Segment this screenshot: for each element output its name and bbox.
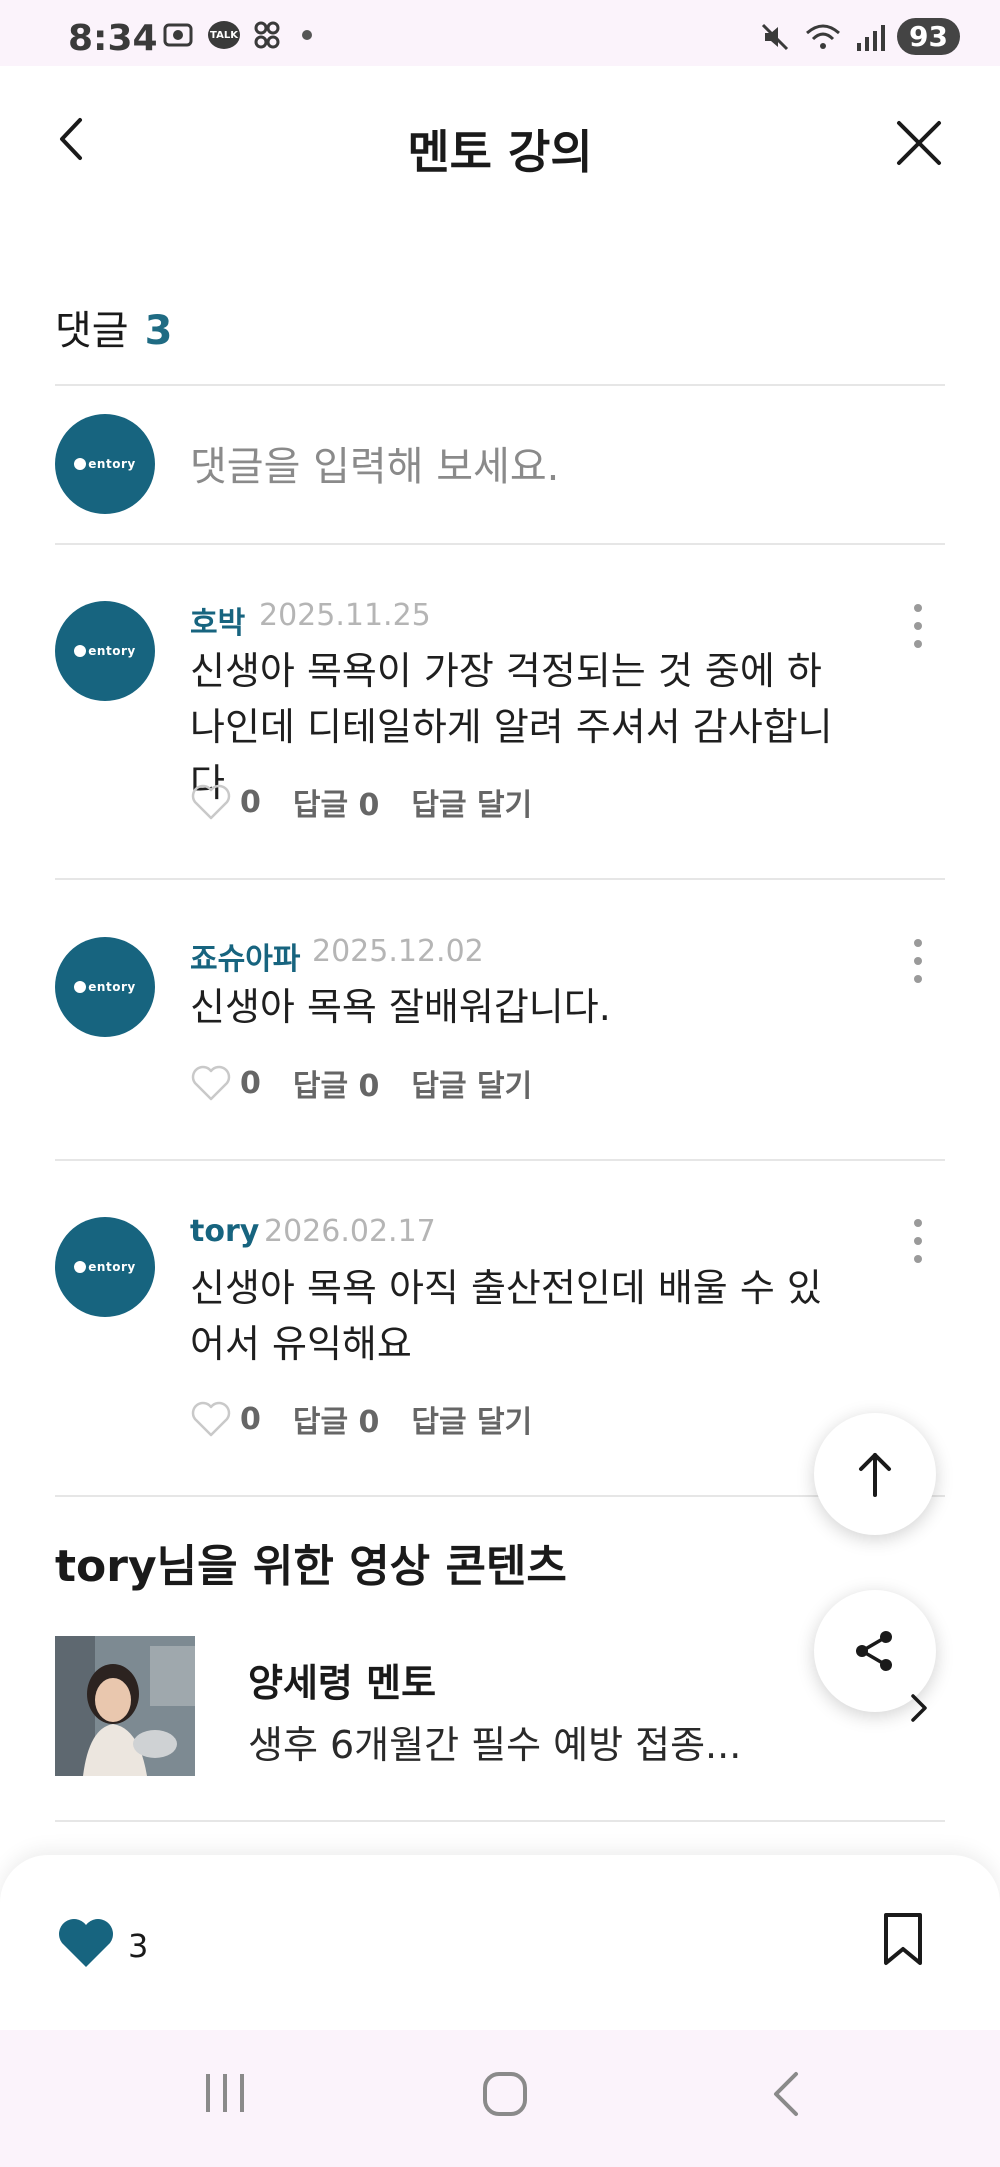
total-like-count: 3 (128, 1927, 149, 1965)
battery-indicator: 93 (897, 18, 960, 55)
screenshot-icon (163, 23, 193, 47)
comment-actions: 0 답글 0 답글 달기 (190, 780, 532, 824)
reply-count-button[interactable]: 답글 0 (293, 780, 380, 824)
like-count: 0 (240, 784, 261, 820)
divider (55, 1159, 945, 1161)
comment-date: 2025.12.02 (312, 934, 484, 969)
heart-filled-icon[interactable] (56, 1915, 116, 1969)
page-title: 멘토 강의 (407, 125, 593, 179)
divider (55, 1495, 945, 1497)
more-options-icon[interactable] (910, 604, 926, 648)
scroll-top-button[interactable] (814, 1413, 936, 1535)
reply-count-button[interactable]: 답글 0 (293, 1397, 380, 1441)
grid-app-icon (254, 21, 280, 49)
comment-author[interactable]: 죠슈아파 (190, 934, 300, 978)
like-button[interactable]: 0 (190, 1400, 261, 1438)
kakaotalk-icon: TALK (208, 21, 240, 49)
system-nav-bar (0, 2030, 1000, 2167)
notification-dot-icon (302, 30, 312, 40)
reply-button[interactable]: 답글 달기 (411, 1061, 532, 1105)
video-thumbnail[interactable] (55, 1636, 195, 1776)
comment-text: 신생아 목욕 잘배워갑니다. (190, 985, 611, 1029)
avatar: entory (55, 1217, 155, 1317)
comment-date: 2026.02.17 (264, 1214, 436, 1249)
home-icon[interactable] (481, 2070, 529, 2118)
comments-header: 댓글 3 (55, 298, 172, 356)
signal-icon (857, 24, 886, 51)
comment-text: 신생아 목욕 아직 출산전인데 배울 수 있어서 유익해요 (190, 1266, 822, 1366)
comment-input[interactable]: 댓글을 입력해 보세요. (190, 434, 559, 492)
like-count: 0 (240, 1401, 261, 1437)
chevron-right-icon[interactable] (906, 1690, 932, 1726)
avatar: entory (55, 414, 155, 514)
reply-count-button[interactable]: 답글 0 (293, 1061, 380, 1105)
mute-icon (761, 23, 789, 50)
divider (55, 384, 945, 386)
like-button[interactable]: 0 (190, 783, 261, 821)
divider (55, 543, 945, 545)
bookmark-icon[interactable] (880, 1911, 926, 1967)
status-system-icons: 93 (759, 18, 960, 55)
reply-button[interactable]: 답글 달기 (411, 1397, 532, 1441)
comment-date: 2025.11.25 (259, 598, 431, 633)
divider (55, 1820, 945, 1822)
wifi-icon (806, 24, 841, 49)
heart-outline-icon (191, 784, 231, 820)
status-notification-icons: TALK (162, 20, 312, 50)
comments-count: 3 (144, 308, 173, 354)
divider (55, 878, 945, 880)
avatar: entory (55, 937, 155, 1037)
status-bar: 8:34 TALK 93 (0, 0, 1000, 66)
bottom-action-bar: 3 (0, 1855, 1000, 2030)
heart-outline-icon (191, 1401, 231, 1437)
comment-author[interactable]: 호박 (190, 598, 245, 642)
header: 멘토 강의 (0, 66, 1000, 216)
close-icon[interactable] (894, 118, 944, 168)
recommended-mentor[interactable]: 양세령 멘토 (248, 1652, 436, 1707)
recent-apps-icon[interactable] (202, 2070, 248, 2116)
status-time: 8:34 (68, 18, 158, 59)
like-button[interactable]: 0 (190, 1064, 261, 1102)
heart-outline-icon (191, 1065, 231, 1101)
comment-actions: 0 답글 0 답글 달기 (190, 1061, 532, 1105)
share-icon (856, 1631, 892, 1671)
reply-button[interactable]: 답글 달기 (411, 780, 532, 824)
comments-label: 댓글 (55, 308, 129, 354)
like-count: 0 (240, 1065, 261, 1101)
avatar: entory (55, 601, 155, 701)
more-options-icon[interactable] (910, 939, 926, 983)
arrow-up-icon (859, 1453, 891, 1497)
more-options-icon[interactable] (910, 1219, 926, 1263)
recommended-description[interactable]: 생후 6개월간 필수 예방 접종... (248, 1714, 741, 1769)
comment-actions: 0 답글 0 답글 달기 (190, 1397, 532, 1441)
thumbnail-image (55, 1636, 195, 1776)
recommended-title: tory님을 위한 영상 콘텐츠 (55, 1541, 567, 1592)
back-nav-icon[interactable] (768, 2070, 804, 2118)
comment-author[interactable]: tory (190, 1214, 259, 1249)
